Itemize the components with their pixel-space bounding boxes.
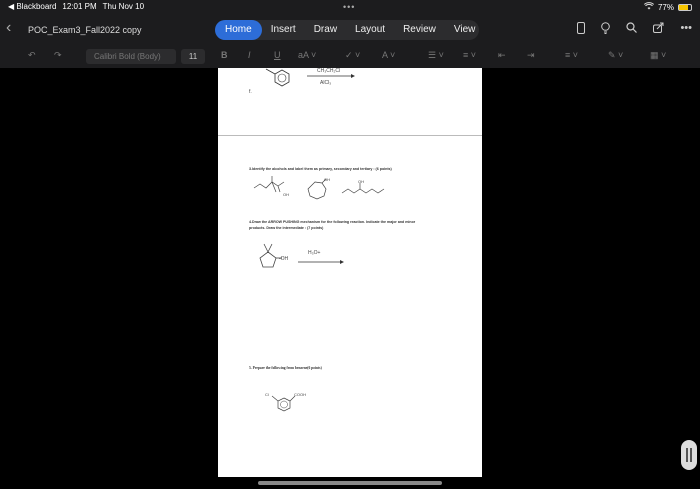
lightbulb-icon[interactable] [601, 22, 611, 37]
bold-button[interactable]: B [221, 50, 228, 60]
alcohol-2-oh-label: OH [324, 177, 330, 182]
eraser-icon[interactable]: ✎ ˅ [608, 50, 623, 61]
back-chevron-icon[interactable]: ‹ [6, 19, 11, 37]
tertiary-alcohol-structure [253, 176, 285, 193]
tab-insert[interactable]: Insert [262, 20, 305, 40]
reagent-h3o: H₃O+ [308, 250, 321, 256]
top-reagent-2: AlCl₃ [320, 80, 332, 86]
font-name-select[interactable]: Calibri Bold (Body) [86, 49, 176, 64]
document-page[interactable]: CH₃CH₂Cl AlCl₃ f. 3.Identify the alcohol… [218, 68, 482, 477]
font-color-icon[interactable]: A ˅ [382, 50, 395, 60]
cyclopentanol-oh-label: -OH [279, 256, 289, 262]
question-3-text: 3.Identify the alcohols and label them a… [249, 167, 392, 171]
status-time: 12:01 PM [62, 2, 97, 11]
search-icon[interactable] [626, 22, 638, 37]
multitasking-dots-icon[interactable]: ••• [343, 2, 355, 12]
italic-button[interactable]: I [248, 50, 251, 60]
alcohol-1-oh-label: OH [283, 192, 289, 197]
numbered-list-icon[interactable]: ≡ ˅ [463, 50, 476, 60]
font-size-adjust-icon[interactable]: aA ˅ [298, 50, 316, 60]
more-options-icon[interactable]: ••• [680, 22, 692, 37]
question-4-text-line1: 4.Draw the ARROW PUSHING mechanism for t… [249, 220, 416, 224]
question-label-f: f. [249, 89, 252, 95]
status-date: Thu Nov 10 [102, 2, 145, 11]
paragraph-align-icon[interactable]: ≡ ˅ [565, 50, 578, 60]
font-size-select[interactable]: 11 [181, 49, 205, 64]
tab-home[interactable]: Home [215, 20, 262, 40]
chloro-label: Cl [265, 392, 269, 397]
decrease-indent-icon[interactable]: ⇤ [498, 50, 506, 61]
carboxylic-acid-label: COOH [294, 392, 306, 397]
page-break [218, 135, 482, 136]
styles-icon[interactable]: ▦ ˅ [650, 50, 666, 61]
top-reaction-arrow [307, 74, 355, 78]
bullet-list-icon[interactable]: ☰ ˅ [428, 50, 444, 61]
tab-review[interactable]: Review [394, 20, 445, 40]
wifi-icon [643, 2, 655, 12]
highlight-color-icon[interactable]: ✓ ˅ [345, 50, 360, 61]
document-canvas[interactable]: CH₃CH₂Cl AlCl₃ f. 3.Identify the alcohol… [0, 68, 700, 489]
alcohol-3-oh-label: OH [358, 179, 364, 184]
increase-indent-icon[interactable]: ⇥ [527, 50, 535, 61]
question-5-text: 5. Prepare the following from benzene(6 … [249, 366, 322, 370]
tab-draw[interactable]: Draw [305, 20, 346, 40]
top-benzene-structure [265, 68, 290, 87]
secondary-alcohol-structure [341, 183, 385, 194]
back-to-app-link[interactable]: ◀ Blackboard [8, 2, 56, 11]
title-bar: ‹ POC_Exam3_Fall2022 copy Home Insert Dr… [0, 14, 700, 46]
status-bar: ◀ Blackboard 12:01 PM Thu Nov 10 ••• 77% [0, 0, 700, 14]
redo-icon[interactable]: ↷ [54, 50, 62, 61]
question-4-text-line2: products. Draw the intermediate : (7 poi… [249, 226, 324, 230]
scroll-handle[interactable] [681, 440, 697, 470]
formatting-toolbar: ↶ ↷ Calibri Bold (Body) 11 B I U aA ˅ ✓ … [0, 46, 700, 68]
document-title[interactable]: POC_Exam3_Fall2022 copy [28, 25, 142, 35]
ribbon-tabs: Home Insert Draw Layout Review View [215, 20, 479, 40]
reaction-arrow [298, 260, 344, 264]
battery-icon [678, 3, 692, 11]
undo-icon[interactable]: ↶ [28, 50, 36, 61]
home-indicator[interactable] [258, 481, 442, 485]
phone-view-icon[interactable] [577, 22, 586, 37]
tab-view[interactable]: View [445, 20, 485, 40]
battery-percent: 77% [657, 2, 674, 12]
share-icon[interactable] [653, 22, 664, 37]
underline-button[interactable]: U [274, 50, 281, 60]
tab-layout[interactable]: Layout [346, 20, 394, 40]
